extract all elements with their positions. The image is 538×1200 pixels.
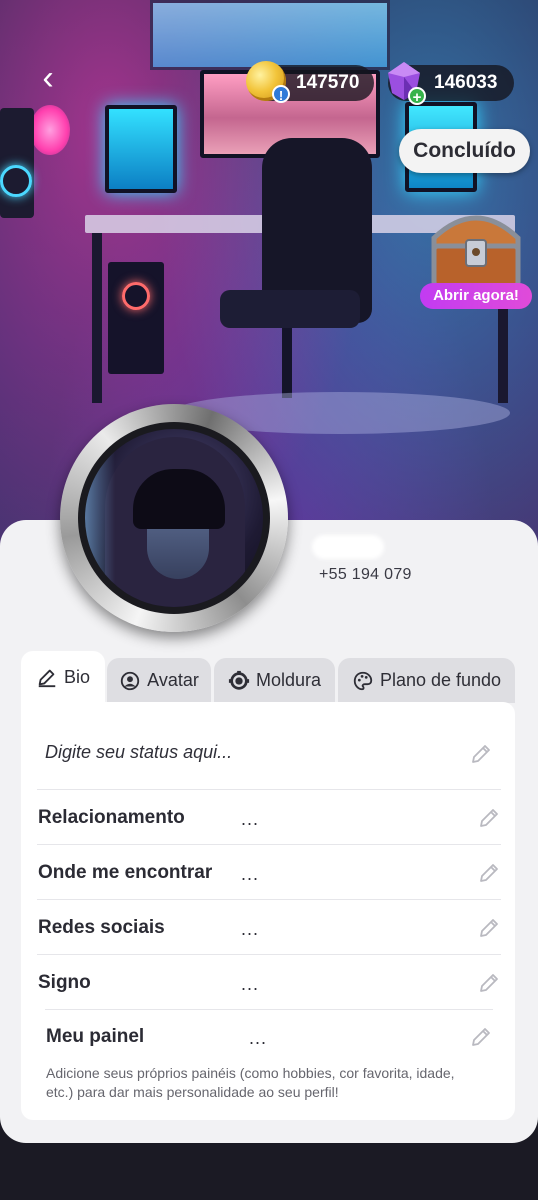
tab-bio[interactable]: Bio xyxy=(21,651,105,703)
pencil-icon[interactable] xyxy=(477,806,501,830)
open-chest-button[interactable]: Abrir agora! xyxy=(420,283,532,309)
divider xyxy=(45,1009,493,1010)
pc-tower-light xyxy=(122,282,150,310)
username-redacted xyxy=(312,535,384,559)
tab-avatar[interactable]: Avatar xyxy=(107,658,211,703)
profile-tabs: Bio Avatar Moldura Plano de fundo xyxy=(21,651,515,703)
speaker-light xyxy=(0,165,32,197)
field-signo[interactable]: Signo ... xyxy=(37,954,501,1009)
monitor-left xyxy=(105,105,177,193)
tab-label: Moldura xyxy=(255,670,322,690)
meu-painel-help: Adicione seus próprios painéis (como hob… xyxy=(46,1065,455,1100)
tab-label: Avatar xyxy=(147,670,199,690)
chair-seat xyxy=(220,290,360,328)
info-icon: ! xyxy=(272,85,290,103)
meu-painel-label[interactable]: Meu painel xyxy=(46,1026,144,1048)
field-label: Signo xyxy=(38,972,91,993)
bio-panel: Digite seu status aqui... Relacionamento… xyxy=(21,702,515,1120)
neon-lamp xyxy=(30,105,70,155)
field-label: Onde me encontrar xyxy=(38,862,213,883)
frame-icon xyxy=(228,670,250,690)
coin-count: 147570 xyxy=(296,72,360,93)
pencil-icon[interactable] xyxy=(469,742,493,766)
pencil-icon[interactable] xyxy=(477,971,501,995)
field-value: ... xyxy=(241,809,260,829)
field-label: Redes sociais xyxy=(38,917,165,938)
avatar[interactable] xyxy=(85,429,263,607)
field-redes-sociais[interactable]: Redes sociais ... xyxy=(37,899,501,954)
pencil-icon[interactable] xyxy=(477,916,501,940)
done-button[interactable]: Concluído xyxy=(399,129,530,173)
speaker xyxy=(0,108,34,218)
profile-phone: +55 194 079 xyxy=(319,566,412,583)
avatar-light xyxy=(85,429,115,607)
window-decoration xyxy=(150,0,390,70)
tab-moldura[interactable]: Moldura xyxy=(214,658,335,703)
gem-balance[interactable]: + 146033 xyxy=(388,62,514,106)
pencil-icon[interactable] xyxy=(477,861,501,885)
gem-count: 146033 xyxy=(434,72,498,93)
field-label: Relacionamento xyxy=(38,807,185,828)
pc-tower xyxy=(108,262,164,374)
tab-label: Bio xyxy=(63,667,90,687)
field-relacionamento[interactable]: Relacionamento ... xyxy=(37,789,501,844)
chevron-left-icon: ‹ xyxy=(42,59,54,97)
desk-leg xyxy=(92,233,102,403)
status-input[interactable]: Digite seu status aqui... xyxy=(45,742,232,763)
pencil-icon[interactable] xyxy=(469,1025,493,1049)
palette-icon xyxy=(353,671,373,690)
field-onde-me-encontrar[interactable]: Onde me encontrar ... xyxy=(37,844,501,899)
back-button[interactable]: ‹ xyxy=(28,58,68,98)
avatar-hair xyxy=(133,469,225,529)
treasure-chest-icon[interactable] xyxy=(424,200,528,290)
tab-plano-de-fundo[interactable]: Plano de fundo xyxy=(338,658,515,703)
avatar-icon xyxy=(120,671,140,690)
meu-painel-value: ... xyxy=(249,1028,268,1048)
field-value: ... xyxy=(241,919,260,939)
chair-stem xyxy=(282,328,292,398)
field-value: ... xyxy=(241,974,260,994)
edit-icon xyxy=(38,669,56,688)
field-value: ... xyxy=(241,864,260,884)
coin-balance[interactable]: ! 147570 xyxy=(246,61,374,103)
coin-icon: ! xyxy=(246,61,290,103)
gem-icon xyxy=(388,62,420,100)
tab-label: Plano de fundo xyxy=(379,670,502,690)
